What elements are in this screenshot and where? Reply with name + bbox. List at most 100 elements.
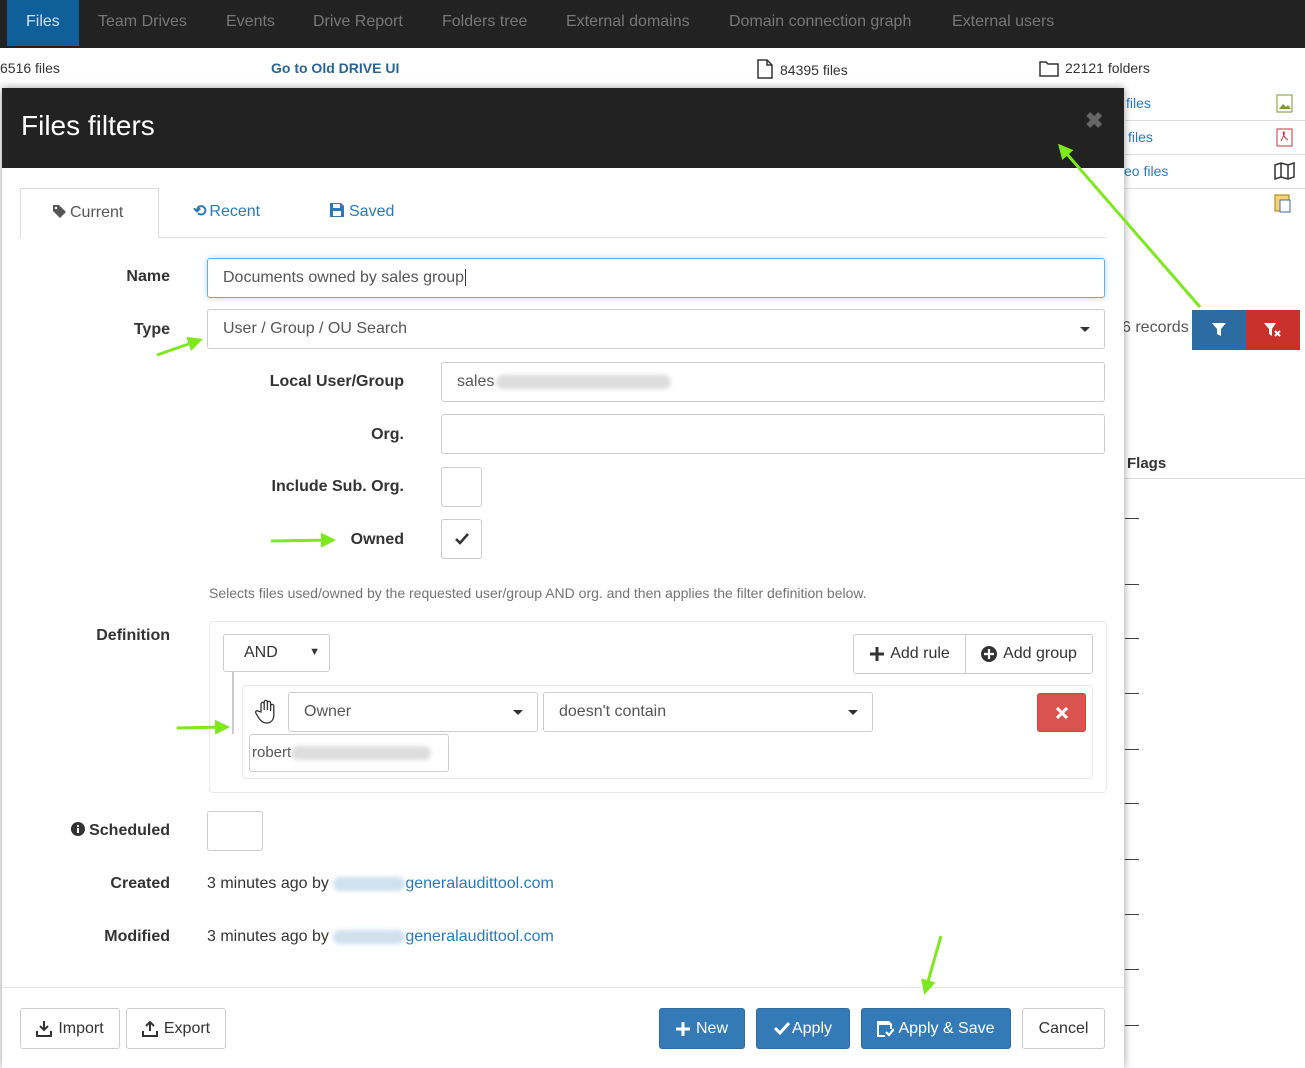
flag-cell: — xyxy=(1125,509,1139,525)
footer-divider xyxy=(2,987,1124,988)
tab-saved[interactable]: Saved xyxy=(330,188,394,238)
scheduled-checkbox[interactable] xyxy=(207,811,263,851)
file-icon xyxy=(757,59,773,79)
info-icon xyxy=(71,822,86,836)
add-group-button[interactable]: Add group xyxy=(965,634,1093,674)
rule-operator-select[interactable]: doesn't contain xyxy=(543,692,873,732)
rule-operator-value: doesn't contain xyxy=(559,703,667,720)
tree-connector xyxy=(232,672,234,734)
flag-cell: — xyxy=(1125,850,1139,866)
apply-save-button[interactable]: Apply & Save xyxy=(861,1008,1011,1049)
created-label: Created xyxy=(110,875,170,892)
divider xyxy=(1125,478,1305,479)
filter-name-input[interactable]: Documents owned by sales group xyxy=(207,258,1105,298)
type-select[interactable]: User / Group / OU Search xyxy=(207,309,1105,349)
flag-cell: — xyxy=(1125,905,1139,921)
apply-button[interactable]: Apply xyxy=(756,1008,850,1049)
export-button[interactable]: Export xyxy=(126,1008,226,1049)
chevron-down-icon xyxy=(513,710,523,715)
tag-icon xyxy=(53,205,66,218)
org-label: Org. xyxy=(371,426,404,443)
created-info: 3 minutes ago by generalaudittool.com xyxy=(207,875,554,893)
definition-label: Definition xyxy=(96,627,170,644)
apply-label: Apply xyxy=(791,1019,833,1037)
flags-column-header: Flags xyxy=(1127,455,1167,472)
nav-tab-events[interactable]: Events xyxy=(226,0,275,48)
owned-label: Owned xyxy=(350,531,404,548)
caret-down-icon: ▼ xyxy=(309,646,320,658)
archive-file-icon xyxy=(1274,194,1291,213)
modified-by-link[interactable]: generalaudittool.com xyxy=(333,928,554,945)
type-select-value: User / Group / OU Search xyxy=(223,320,408,337)
pdf-file-icon xyxy=(1276,128,1293,147)
rule-value-input[interactable]: robert xyxy=(249,734,449,772)
org-input[interactable] xyxy=(441,414,1105,454)
flag-cell: — xyxy=(1125,1016,1139,1032)
import-button[interactable]: Import xyxy=(20,1008,120,1049)
tab-recent[interactable]: ⟲ Recent xyxy=(193,188,260,238)
modified-value: 3 minutes ago by xyxy=(207,928,329,945)
flag-cell: — xyxy=(1125,629,1139,645)
owned-checkbox[interactable] xyxy=(441,519,482,559)
rule-field-select[interactable]: Owner xyxy=(288,692,538,732)
files-filters-modal: Files filters ✖ Current ⟲ Recent Saved Na… xyxy=(2,88,1124,1068)
nav-tab-files[interactable]: Files xyxy=(7,0,79,46)
flag-cell: — xyxy=(1125,740,1139,756)
save-icon xyxy=(330,203,344,217)
new-button[interactable]: New xyxy=(659,1008,745,1049)
check-icon xyxy=(773,1022,790,1035)
nav-tab-domain-graph[interactable]: Domain connection graph xyxy=(729,0,911,48)
filter-button[interactable] xyxy=(1192,310,1246,350)
tab-current[interactable]: Current xyxy=(20,188,159,239)
plus-icon xyxy=(675,1021,690,1036)
close-icon[interactable]: ✖ xyxy=(1085,108,1103,134)
add-rule-button[interactable]: Add rule xyxy=(853,634,967,674)
drag-handle-icon[interactable] xyxy=(254,699,278,725)
export-label: Export xyxy=(163,1019,211,1037)
chevron-down-icon xyxy=(1080,327,1090,332)
files-count: 6516 files xyxy=(0,60,60,76)
name-label: Name xyxy=(126,268,170,285)
created-by-link[interactable]: generalaudittool.com xyxy=(333,875,554,892)
redacted-text xyxy=(291,746,432,761)
video-files-link[interactable]: eo files xyxy=(1124,163,1168,179)
nav-tab-external-domains[interactable]: External domains xyxy=(566,0,690,48)
filter-tabs: Current ⟲ Recent Saved xyxy=(20,188,1106,239)
divider xyxy=(1125,188,1305,189)
filter-remove-icon xyxy=(1264,323,1281,337)
modal-header: Files filters ✖ xyxy=(2,88,1124,168)
clear-filter-button[interactable] xyxy=(1246,310,1300,350)
folders-stat: 22121 folders xyxy=(1039,59,1150,77)
save-check-icon xyxy=(877,1020,895,1037)
modified-info: 3 minutes ago by generalaudittool.com xyxy=(207,928,554,946)
nav-tab-team-drives[interactable]: Team Drives xyxy=(98,0,187,48)
map-icon xyxy=(1274,162,1295,180)
old-ui-link[interactable]: Go to Old DRIVE UI xyxy=(271,60,399,76)
flag-cell: — xyxy=(1125,960,1139,976)
local-user-value: sales xyxy=(457,373,495,390)
pdf-files-link[interactable]: files xyxy=(1128,129,1153,145)
modal-title: Files filters xyxy=(21,110,155,141)
delete-rule-button[interactable] xyxy=(1037,693,1086,732)
nav-tab-external-users[interactable]: External users xyxy=(952,0,1054,48)
local-user-input[interactable]: sales xyxy=(441,362,1105,402)
flag-cell: — xyxy=(1125,794,1139,810)
divider xyxy=(1125,120,1305,121)
image-files-link[interactable]: files xyxy=(1126,95,1151,111)
cancel-button[interactable]: Cancel xyxy=(1022,1008,1105,1049)
nav-tab-folders-tree[interactable]: Folders tree xyxy=(442,0,527,48)
condition-select[interactable]: AND ▼ xyxy=(223,634,330,672)
apply-save-label: Apply & Save xyxy=(898,1019,995,1037)
include-sub-org-checkbox[interactable] xyxy=(441,467,482,507)
tab-recent-label: Recent xyxy=(209,203,261,220)
query-builder: AND ▼ Add rule Add group Owner doesn't c… xyxy=(209,621,1107,793)
add-group-label: Add group xyxy=(1003,645,1077,662)
condition-value: AND xyxy=(244,644,278,661)
add-rule-label: Add rule xyxy=(890,645,950,662)
local-user-label: Local User/Group xyxy=(269,373,404,390)
image-file-icon xyxy=(1276,94,1293,113)
chevron-down-icon xyxy=(848,710,858,715)
scheduled-label: Scheduled xyxy=(89,822,170,839)
nav-tab-drive-report[interactable]: Drive Report xyxy=(313,0,403,48)
folders-text: 22121 folders xyxy=(1065,60,1150,76)
